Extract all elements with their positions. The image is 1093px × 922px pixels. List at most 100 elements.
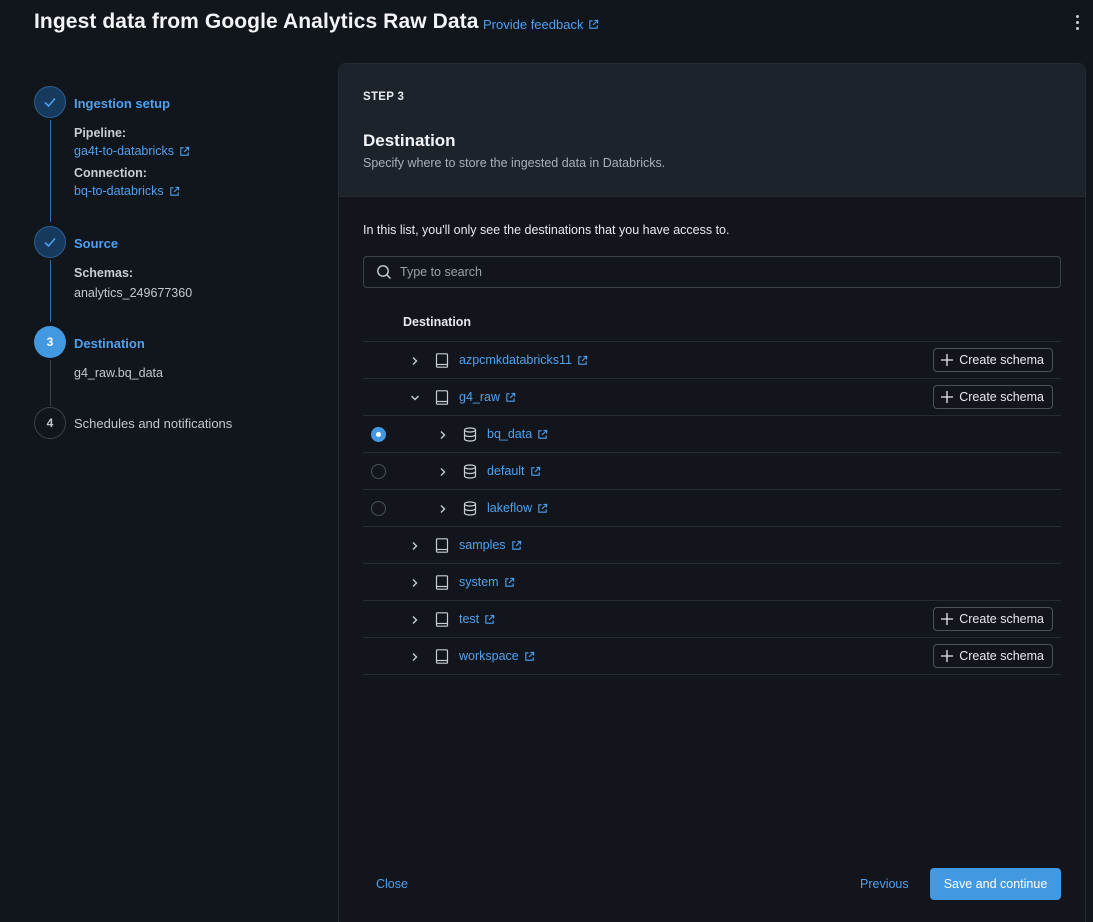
destination-name: test bbox=[459, 612, 480, 626]
step-1-title[interactable]: Ingestion setup bbox=[74, 96, 170, 111]
destination-radio[interactable] bbox=[371, 464, 386, 479]
destination-row[interactable]: default bbox=[363, 453, 1061, 490]
destination-radio[interactable] bbox=[371, 501, 386, 516]
create-schema-button[interactable]: Create schema bbox=[933, 385, 1053, 409]
external-link-icon bbox=[525, 651, 534, 661]
destination-name-link[interactable]: bq_data bbox=[487, 427, 548, 441]
chevron-right-icon[interactable] bbox=[409, 650, 421, 662]
step-connector bbox=[49, 120, 51, 222]
destination-name: system bbox=[459, 575, 499, 589]
destination-name: default bbox=[487, 464, 525, 478]
pipeline-value: ga4t-to-databricks bbox=[74, 144, 175, 158]
plus-icon bbox=[941, 650, 954, 662]
create-schema-label: Create schema bbox=[959, 353, 1044, 367]
schemas-value: analytics_249677360 bbox=[74, 286, 193, 300]
step-label: STEP 3 bbox=[363, 91, 405, 103]
pipeline-label: Pipeline: bbox=[74, 126, 127, 140]
chevron-down-icon[interactable] bbox=[409, 391, 421, 403]
destination-row[interactable]: azpcmkdatabricks11 Create schema bbox=[363, 342, 1061, 379]
create-schema-label: Create schema bbox=[959, 649, 1044, 663]
destination-name-link[interactable]: test bbox=[459, 612, 495, 626]
destination-row[interactable]: samples bbox=[363, 527, 1061, 564]
external-link-icon bbox=[180, 146, 190, 156]
destination-row[interactable]: g4_raw Create schema bbox=[363, 379, 1061, 416]
destination-row[interactable]: system bbox=[363, 564, 1061, 601]
catalog-icon bbox=[435, 575, 449, 590]
destination-name: azpcmkdatabricks11 bbox=[459, 353, 573, 367]
destination-name-link[interactable]: lakeflow bbox=[487, 501, 548, 515]
provide-feedback-label: Provide feedback bbox=[483, 17, 584, 32]
destination-name-link[interactable]: system bbox=[459, 575, 515, 589]
create-schema-label: Create schema bbox=[959, 612, 1044, 626]
search-box[interactable] bbox=[363, 256, 1061, 288]
destination-name: lakeflow bbox=[487, 501, 533, 515]
destination-row[interactable]: workspace Create schema bbox=[363, 638, 1061, 675]
external-link-icon bbox=[511, 540, 521, 550]
catalog-icon bbox=[435, 390, 449, 405]
destination-row[interactable]: lakeflow bbox=[363, 490, 1061, 527]
destination-value: g4_raw.bq_data bbox=[74, 366, 163, 380]
destination-name: bq_data bbox=[487, 427, 533, 441]
step-3-title[interactable]: Destination bbox=[74, 336, 145, 351]
panel-title: Destination bbox=[363, 131, 456, 150]
destination-radio[interactable] bbox=[371, 427, 386, 442]
external-link-icon bbox=[530, 466, 540, 476]
step-connector bbox=[49, 360, 51, 406]
external-link-icon bbox=[578, 355, 588, 365]
destination-panel: STEP 3 Destination Specify where to stor… bbox=[338, 63, 1086, 922]
chevron-right-icon[interactable] bbox=[437, 502, 449, 514]
chevron-right-icon[interactable] bbox=[409, 539, 421, 551]
catalog-icon bbox=[435, 612, 449, 627]
save-and-continue-button[interactable]: Save and continue bbox=[930, 868, 1061, 900]
catalog-icon bbox=[435, 353, 449, 368]
external-link-icon bbox=[485, 614, 495, 624]
chevron-right-icon[interactable] bbox=[409, 576, 421, 588]
create-schema-label: Create schema bbox=[959, 390, 1044, 404]
more-options-icon[interactable] bbox=[1069, 12, 1085, 32]
destination-name-link[interactable]: default bbox=[487, 464, 541, 478]
external-link-icon bbox=[538, 503, 548, 513]
destination-row[interactable]: bq_data bbox=[363, 416, 1061, 453]
connection-value: bq-to-databricks bbox=[74, 184, 164, 198]
external-link-icon bbox=[169, 186, 179, 196]
chevron-right-icon[interactable] bbox=[437, 428, 449, 440]
destination-name: samples bbox=[459, 538, 506, 552]
destination-row[interactable]: test Create schema bbox=[363, 601, 1061, 638]
destination-name-link[interactable]: g4_raw bbox=[459, 390, 516, 404]
catalog-icon bbox=[435, 649, 449, 664]
step-2-title[interactable]: Source bbox=[74, 236, 118, 251]
schema-icon bbox=[463, 427, 477, 442]
destination-name-link[interactable]: azpcmkdatabricks11 bbox=[459, 353, 588, 367]
destination-name-link[interactable]: samples bbox=[459, 538, 522, 552]
destination-name: g4_raw bbox=[459, 390, 500, 404]
step-2-check-icon bbox=[34, 226, 66, 258]
create-schema-button[interactable]: Create schema bbox=[933, 348, 1053, 372]
create-schema-button[interactable]: Create schema bbox=[933, 607, 1053, 631]
step-4-title[interactable]: Schedules and notifications bbox=[74, 416, 232, 431]
chevron-right-icon[interactable] bbox=[437, 465, 449, 477]
chevron-right-icon[interactable] bbox=[409, 613, 421, 625]
create-schema-button[interactable]: Create schema bbox=[933, 644, 1053, 668]
schema-icon bbox=[463, 501, 477, 516]
external-link-icon bbox=[589, 19, 599, 29]
external-link-icon bbox=[506, 392, 516, 402]
close-button[interactable]: Close bbox=[376, 877, 408, 891]
chevron-right-icon[interactable] bbox=[409, 354, 421, 366]
step-1-check-icon bbox=[34, 86, 66, 118]
pipeline-link[interactable]: ga4t-to-databricks bbox=[74, 144, 190, 158]
connection-link[interactable]: bq-to-databricks bbox=[74, 184, 180, 198]
page-title: Ingest data from Google Analytics Raw Da… bbox=[34, 10, 479, 33]
step-4-number: 4 bbox=[34, 407, 66, 439]
search-input[interactable] bbox=[400, 265, 1040, 279]
plus-icon bbox=[941, 613, 954, 625]
previous-button[interactable]: Previous bbox=[860, 877, 909, 891]
plus-icon bbox=[941, 391, 954, 403]
external-link-icon bbox=[504, 577, 514, 587]
plus-icon bbox=[941, 354, 954, 366]
schema-icon bbox=[463, 464, 477, 479]
provide-feedback-link[interactable]: Provide feedback bbox=[483, 17, 599, 32]
destination-table: azpcmkdatabricks11 Create schema g4_raw Cre… bbox=[363, 341, 1061, 675]
destination-name-link[interactable]: workspace bbox=[459, 649, 535, 663]
panel-header: STEP 3 Destination Specify where to stor… bbox=[339, 64, 1085, 197]
catalog-icon bbox=[435, 538, 449, 553]
